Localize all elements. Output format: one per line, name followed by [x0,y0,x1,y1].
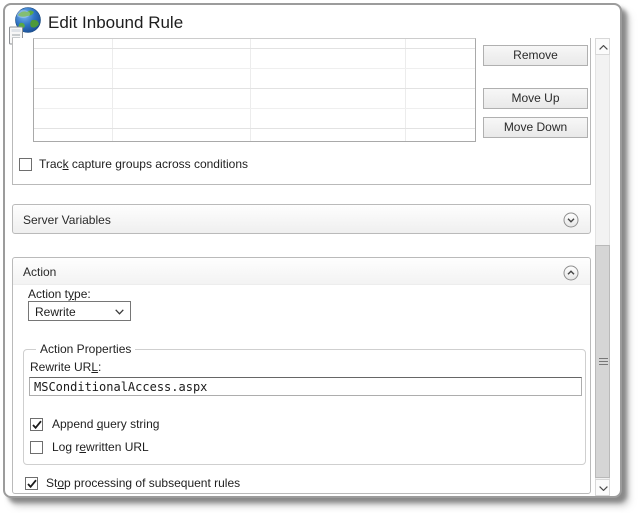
scrollbar-thumb[interactable] [595,245,610,478]
track-capture-checkbox[interactable] [19,158,32,171]
grid-row-divider [34,48,475,49]
grid-row-divider [34,88,475,89]
action-type-dropdown[interactable]: Rewrite [28,301,131,321]
action-header[interactable]: Action [13,258,590,285]
grid-row-divider [34,108,475,109]
move-down-button[interactable]: Move Down [483,117,588,138]
append-query-label[interactable]: Append query string [52,417,159,432]
stop-processing-checkbox[interactable] [25,477,38,490]
checkmark-icon [32,420,42,430]
action-type-value: Rewrite [35,305,76,319]
grid-column-divider [112,39,113,141]
action-properties-legend: Action Properties [36,342,136,356]
chevron-up-icon [599,45,608,50]
log-rewritten-label[interactable]: Log rewritten URL [52,440,149,455]
server-variables-title: Server Variables [23,213,111,227]
chevron-down-icon [115,309,124,315]
page-title: Edit Inbound Rule [48,13,184,32]
grid-row-divider [34,68,475,69]
chevron-down-icon [599,486,608,491]
chevron-down-circle-icon[interactable] [563,212,579,228]
rewrite-url-input[interactable] [29,377,582,396]
grid-column-divider [250,39,251,141]
vertical-scrollbar [595,38,610,496]
stop-processing-label[interactable]: Stop processing of subsequent rules [46,476,240,491]
chevron-up-circle-icon[interactable] [563,265,579,281]
action-title: Action [23,265,57,279]
scroll-up-button[interactable] [595,38,610,55]
rewrite-url-label: Rewrite URL: [30,360,102,374]
action-type-label: Action type: [28,287,91,301]
append-query-checkbox[interactable] [30,418,43,431]
scroll-down-button[interactable] [595,479,610,496]
scrollbar-grip [599,358,608,367]
track-capture-label[interactable]: Track capture groups across conditions [39,157,248,172]
edit-inbound-rule-dialog: Edit Inbound Rule Remove Move Up Move Do… [3,3,622,498]
action-properties-group: Action Properties Rewrite URL: Append qu… [23,342,586,465]
checkmark-icon [27,479,37,489]
action-section: Action Action type: Rewrite Action Prope… [12,257,591,494]
conditions-grid[interactable] [33,38,476,142]
conditions-section: Remove Move Up Move Down Track capture g… [12,38,591,185]
move-up-button[interactable]: Move Up [483,88,588,109]
log-rewritten-checkbox[interactable] [30,441,43,454]
grid-column-divider [405,39,406,141]
server-variables-header[interactable]: Server Variables [12,204,591,234]
remove-button[interactable]: Remove [483,45,588,66]
grid-row-divider [34,128,475,129]
